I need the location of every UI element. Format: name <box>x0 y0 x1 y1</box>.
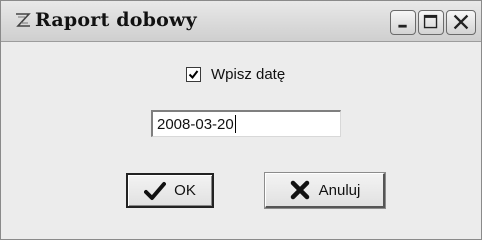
ok-button-label: OK <box>174 182 196 199</box>
date-checkbox[interactable] <box>186 67 201 82</box>
close-icon <box>453 14 469 30</box>
app-z-icon <box>16 13 31 27</box>
date-input[interactable]: 2008-03-20 <box>151 110 341 137</box>
text-caret <box>234 115 236 133</box>
dialog-window: Raport dobowy Wpisz datę 2008-03-20 OK A… <box>0 0 482 240</box>
close-button[interactable] <box>446 10 476 35</box>
minimize-button[interactable] <box>390 10 416 35</box>
dialog-content: Wpisz datę 2008-03-20 OK Anuluj <box>1 42 481 239</box>
checkmark-small-icon <box>188 70 199 80</box>
maximize-button[interactable] <box>418 10 444 35</box>
date-checkbox-row[interactable]: Wpisz datę <box>186 66 285 83</box>
x-mark-icon <box>290 180 309 200</box>
cancel-button[interactable]: Anuluj <box>264 172 386 209</box>
checkmark-icon <box>144 181 167 200</box>
window-title: Raport dobowy <box>35 9 197 31</box>
ok-button[interactable]: OK <box>126 173 214 208</box>
date-input-value: 2008-03-20 <box>157 116 234 133</box>
date-checkbox-label: Wpisz datę <box>211 66 286 83</box>
cancel-button-label: Anuluj <box>318 181 361 199</box>
minimize-icon <box>398 24 407 28</box>
title-bar[interactable]: Raport dobowy <box>1 1 481 42</box>
maximize-icon <box>423 14 438 29</box>
